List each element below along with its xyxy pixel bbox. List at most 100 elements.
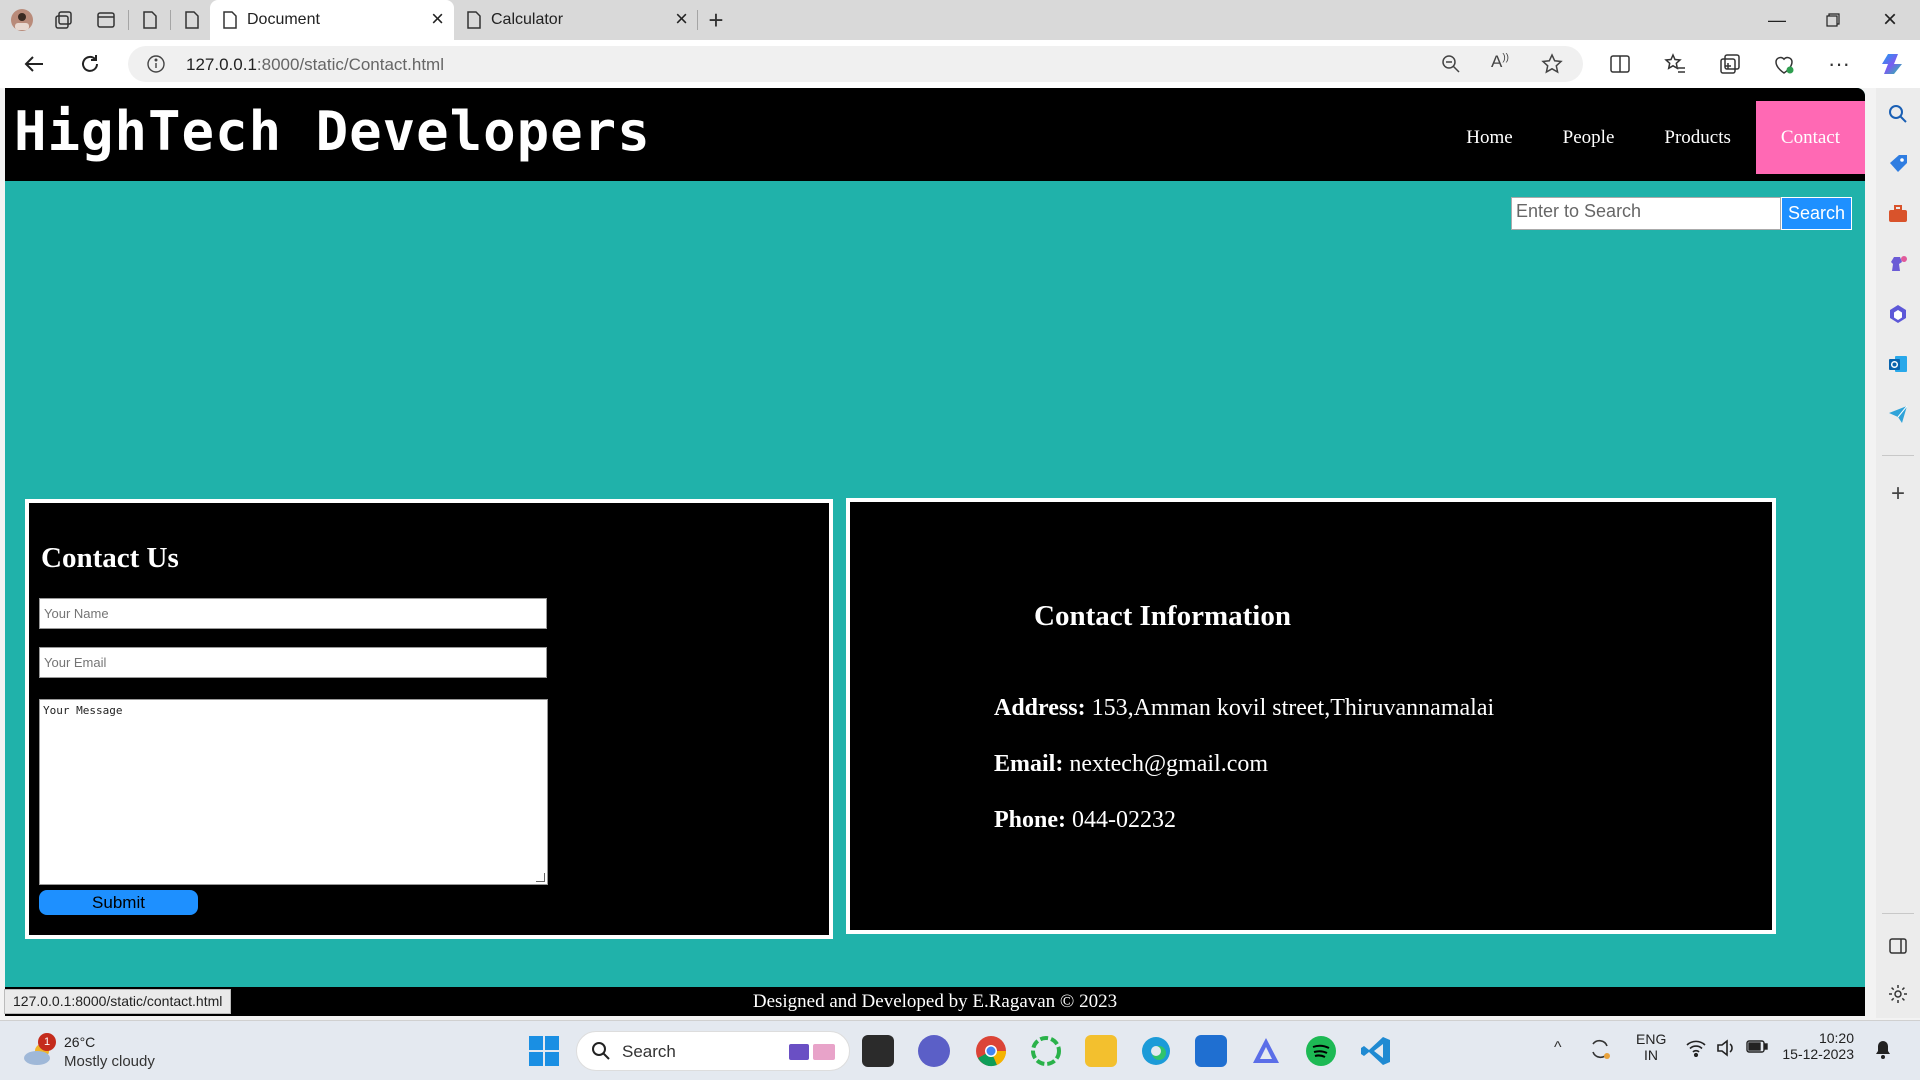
phone-value: 044-02232 xyxy=(1072,807,1176,833)
volume-icon[interactable] xyxy=(1716,1039,1736,1062)
nav-contact[interactable]: Contact xyxy=(1755,101,1865,174)
windows-start-icon[interactable] xyxy=(529,1036,559,1071)
weather-alert-badge: 1 xyxy=(38,1033,56,1051)
site-header: HighTech Developers Home People Products… xyxy=(5,88,1865,181)
microsoft-365-icon[interactable] xyxy=(1886,302,1910,326)
search-input[interactable]: Enter to Search xyxy=(1511,197,1781,230)
show-hidden-icons-icon[interactable]: ^ xyxy=(1554,1039,1562,1057)
contact-form-title: Contact Us xyxy=(41,542,179,574)
message-field[interactable]: Your Message xyxy=(39,699,548,885)
clock-date: 15-12-2023 xyxy=(1782,1046,1854,1062)
microsoft-store-icon[interactable] xyxy=(1195,1035,1227,1067)
language-code: ENG xyxy=(1636,1031,1667,1047)
site-info-icon[interactable] xyxy=(146,54,166,79)
url-path: :8000/static/Contact.html xyxy=(256,55,444,74)
profile-avatar-icon[interactable] xyxy=(10,8,34,32)
address-bar[interactable]: 127.0.0.1:8000/static/Contact.html A)) xyxy=(128,46,1583,82)
tab-actions-icon[interactable] xyxy=(94,8,118,32)
copilot-icon[interactable] xyxy=(1880,50,1908,78)
zoom-out-icon[interactable] xyxy=(1441,54,1461,79)
dev-app-icon[interactable] xyxy=(1250,1035,1282,1067)
contact-info-panel: Contact Information Address: 153,Amman k… xyxy=(846,498,1776,934)
workspaces-icon[interactable] xyxy=(52,8,76,32)
browser-toolbar: 127.0.0.1:8000/static/Contact.html A)) ·… xyxy=(0,40,1920,88)
browser-tab-bar: Document × Calculator × + — × xyxy=(0,0,1920,40)
region-code: IN xyxy=(1644,1047,1658,1063)
weather-temp: 26°C xyxy=(64,1034,96,1050)
read-aloud-icon[interactable]: A)) xyxy=(1491,52,1509,72)
outlook-icon[interactable] xyxy=(1886,352,1910,376)
site-nav: Home People Products Contact xyxy=(1441,101,1865,174)
games-chess-icon[interactable] xyxy=(1886,252,1910,276)
url-host: 127.0.0.1 xyxy=(186,55,257,74)
teams-chat-icon[interactable] xyxy=(918,1035,950,1067)
search-icon[interactable] xyxy=(1886,102,1910,126)
name-field[interactable]: Your Name xyxy=(39,598,547,629)
restore-icon[interactable] xyxy=(1813,4,1853,36)
clock[interactable]: 10:20 15-12-2023 xyxy=(1782,1030,1854,1062)
minimize-icon[interactable]: — xyxy=(1757,4,1797,36)
link-status-tooltip: 127.0.0.1:8000/static/contact.html xyxy=(4,989,232,1014)
email-line: Email: nextech@gmail.com xyxy=(994,751,1268,778)
tab-separator xyxy=(128,10,129,30)
sidebar-divider xyxy=(1882,913,1914,914)
search-button[interactable]: Search xyxy=(1781,197,1852,230)
green-app-icon[interactable] xyxy=(1030,1035,1062,1067)
close-icon[interactable]: × xyxy=(431,6,444,32)
weather-widget[interactable]: 1 26°C Mostly cloudy xyxy=(20,1033,170,1073)
file-explorer-icon[interactable] xyxy=(1085,1035,1117,1067)
taskbar-search[interactable]: Search xyxy=(576,1031,850,1071)
nav-people[interactable]: People xyxy=(1538,101,1640,174)
submit-button[interactable]: Submit xyxy=(39,890,198,915)
task-view-icon[interactable] xyxy=(862,1035,894,1067)
tab-document[interactable]: Document × xyxy=(210,0,454,40)
language-indicator[interactable]: ENG IN xyxy=(1636,1031,1666,1063)
chrome-icon[interactable] xyxy=(975,1035,1007,1067)
address-value: 153,Amman kovil street,Thiruvannamalai xyxy=(1091,695,1495,721)
resize-handle[interactable] xyxy=(536,873,545,882)
favorites-icon[interactable] xyxy=(1663,52,1687,76)
tools-briefcase-icon[interactable] xyxy=(1886,202,1910,226)
sync-icon[interactable] xyxy=(1588,1037,1612,1066)
pinned-tab-page-icon[interactable] xyxy=(138,8,162,32)
close-icon[interactable]: × xyxy=(675,6,688,32)
phone-label: Phone: xyxy=(994,807,1066,833)
site-footer: Designed and Developed by E.Ragavan © 20… xyxy=(5,987,1865,1016)
spotify-icon[interactable] xyxy=(1305,1035,1337,1067)
page-icon xyxy=(222,10,238,35)
nav-products[interactable]: Products xyxy=(1639,101,1756,174)
tab-calculator[interactable]: Calculator × xyxy=(456,0,696,40)
email-label: Email: xyxy=(994,751,1064,777)
settings-gear-icon[interactable] xyxy=(1886,982,1910,1006)
edge-browser-icon[interactable] xyxy=(1140,1035,1172,1067)
sidebar-divider xyxy=(1882,455,1914,456)
close-window-icon[interactable]: × xyxy=(1870,4,1910,36)
new-tab-icon[interactable]: + xyxy=(704,5,728,35)
back-icon[interactable] xyxy=(22,52,46,76)
browser-essentials-icon[interactable] xyxy=(1772,52,1796,76)
clock-time: 10:20 xyxy=(1818,1030,1854,1046)
contact-info-title: Contact Information xyxy=(1034,600,1291,632)
split-screen-icon[interactable] xyxy=(1608,52,1632,76)
web-page: HighTech Developers Home People Products… xyxy=(5,88,1865,1016)
email-field[interactable]: Your Email xyxy=(39,647,547,678)
collections-icon[interactable] xyxy=(1718,52,1742,76)
wifi-icon[interactable] xyxy=(1686,1039,1706,1062)
add-icon[interactable]: + xyxy=(1886,480,1910,507)
taskbar-search-label: Search xyxy=(622,1042,676,1061)
pinned-tab-page-icon[interactable] xyxy=(180,8,204,32)
hide-sidebar-icon[interactable] xyxy=(1886,934,1910,958)
shopping-tag-icon[interactable] xyxy=(1886,152,1910,176)
nav-home[interactable]: Home xyxy=(1441,101,1537,174)
page-icon xyxy=(466,10,482,35)
tab-title: Calculator xyxy=(491,11,564,28)
vscode-icon[interactable] xyxy=(1360,1035,1392,1067)
address-label: Address: xyxy=(994,695,1086,721)
notification-bell-icon[interactable] xyxy=(1873,1039,1893,1066)
more-options-icon[interactable]: ··· xyxy=(1827,51,1851,76)
favorite-star-icon[interactable] xyxy=(1541,53,1563,80)
refresh-icon[interactable] xyxy=(78,52,102,76)
battery-icon[interactable] xyxy=(1746,1040,1768,1059)
send-plane-icon[interactable] xyxy=(1886,402,1910,426)
email-value: nextech@gmail.com xyxy=(1069,751,1269,777)
